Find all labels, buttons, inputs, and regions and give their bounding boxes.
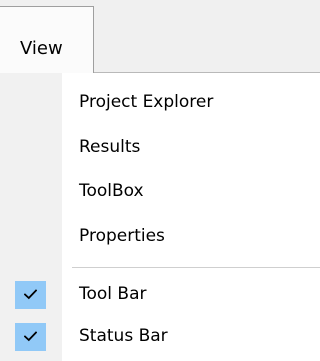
menu-item-tool-bar[interactable]: Tool Bar	[0, 276, 320, 314]
menu-view-label: View	[20, 38, 63, 59]
menu-item-label: ToolBox	[79, 181, 144, 201]
menu-item-properties[interactable]: Properties	[0, 218, 320, 256]
menu-item-project-explorer[interactable]: Project Explorer	[0, 84, 320, 122]
menu-view[interactable]: View	[0, 6, 94, 73]
menu-item-results[interactable]: Results	[0, 129, 320, 167]
menu-bar: View	[0, 0, 320, 73]
checked-indicator	[15, 281, 46, 309]
menu-separator	[72, 267, 320, 268]
checked-indicator	[15, 323, 46, 351]
view-dropdown-menu: Project Explorer Results ToolBox Propert…	[0, 73, 320, 361]
menu-item-label: Results	[79, 137, 141, 157]
menu-item-status-bar[interactable]: Status Bar	[0, 318, 320, 356]
menu-item-toolbox[interactable]: ToolBox	[0, 173, 320, 211]
checkmark-icon	[24, 331, 37, 342]
menu-item-label: Properties	[79, 226, 165, 246]
checkmark-icon	[24, 289, 37, 300]
menu-item-label: Tool Bar	[79, 284, 147, 304]
menu-item-label: Status Bar	[79, 326, 168, 346]
menu-item-label: Project Explorer	[79, 92, 214, 112]
